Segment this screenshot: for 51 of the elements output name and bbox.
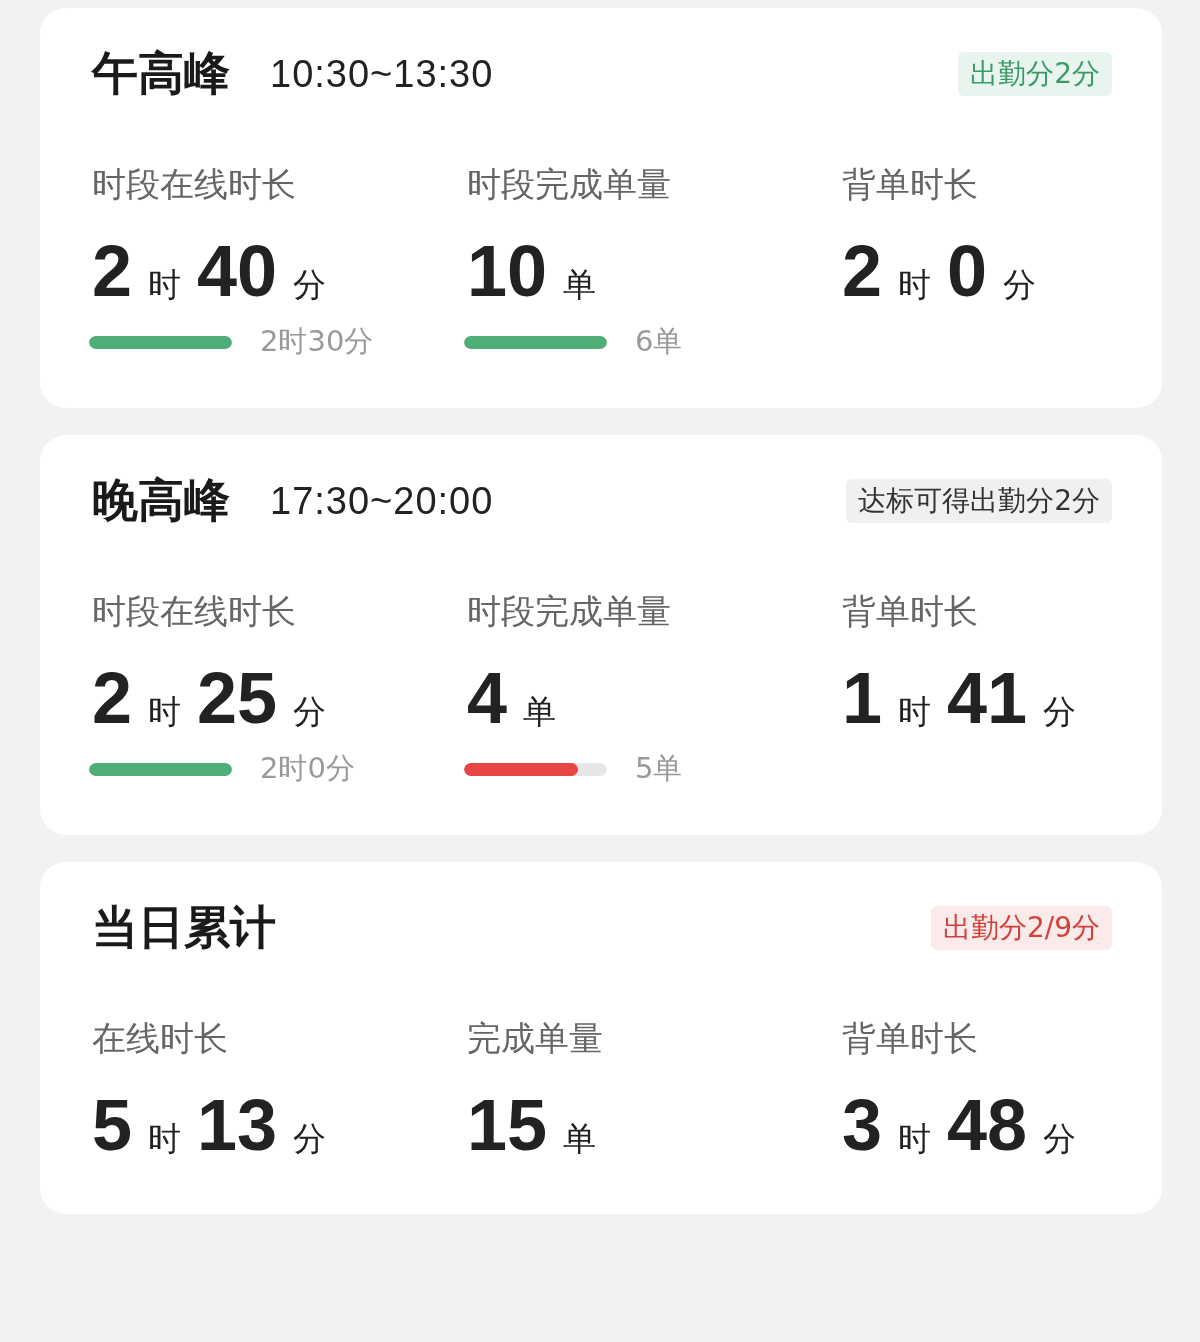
metric-value: 13 <box>197 1084 278 1166</box>
metric-value: 25 <box>197 657 278 739</box>
metric-label: 背单时长 <box>842 163 979 206</box>
metric-label: 背单时长 <box>842 590 979 633</box>
card-title: 当日累计 <box>92 899 276 956</box>
metric-label: 背单时长 <box>842 1017 979 1060</box>
metric-unit: 单 <box>523 691 557 733</box>
metric-value: 15 <box>467 1084 548 1166</box>
metric-value: 1 <box>842 657 883 739</box>
metric-label: 时段在线时长 <box>92 590 297 633</box>
metric-unit: 单 <box>563 264 597 306</box>
metric-unit: 时 <box>148 1118 182 1160</box>
metric-unit: 分 <box>293 1118 327 1160</box>
metric-label: 时段完成单量 <box>467 163 672 206</box>
metric-unit: 分 <box>1043 691 1077 733</box>
metric-value: 40 <box>197 230 278 312</box>
metric-value: 2 <box>842 230 883 312</box>
metric-unit: 时 <box>898 264 932 306</box>
attendance-tag: 出勤分2分 <box>958 52 1112 96</box>
metric-value: 3 <box>842 1084 883 1166</box>
metric-value: 0 <box>947 230 988 312</box>
metric-unit: 时 <box>148 264 182 306</box>
time-range: 17:30~20:00 <box>270 479 494 523</box>
metric-label: 在线时长 <box>92 1017 229 1060</box>
metric-unit: 分 <box>293 264 327 306</box>
target-text: 2时0分 <box>260 750 355 787</box>
metric-value: 10 <box>467 230 548 312</box>
metric-value: 2 <box>92 230 133 312</box>
metric-unit: 分 <box>1003 264 1037 306</box>
card-title: 午高峰 <box>92 45 230 102</box>
metric-value: 4 <box>467 657 508 739</box>
target-text: 6单 <box>635 323 683 360</box>
metric-unit: 分 <box>1043 1118 1077 1160</box>
target-text: 5单 <box>635 750 683 787</box>
metric-unit: 单 <box>563 1118 597 1160</box>
metric-label: 时段完成单量 <box>467 590 672 633</box>
metric-unit: 时 <box>898 1118 932 1160</box>
metric-label: 完成单量 <box>467 1017 604 1060</box>
metric-value: 41 <box>947 657 1028 739</box>
metric-value: 5 <box>92 1084 133 1166</box>
target-text: 2时30分 <box>260 323 374 360</box>
metric-value: 2 <box>92 657 133 739</box>
metric-label: 时段在线时长 <box>92 163 297 206</box>
metric-unit: 时 <box>148 691 182 733</box>
metric-unit: 时 <box>898 691 932 733</box>
card-title: 晚高峰 <box>92 472 230 529</box>
attendance-tag: 达标可得出勤分2分 <box>846 479 1112 523</box>
time-range: 10:30~13:30 <box>270 52 494 96</box>
metric-value: 48 <box>947 1084 1028 1166</box>
metric-unit: 分 <box>293 691 327 733</box>
attendance-tag: 出勤分2/9分 <box>930 906 1112 950</box>
